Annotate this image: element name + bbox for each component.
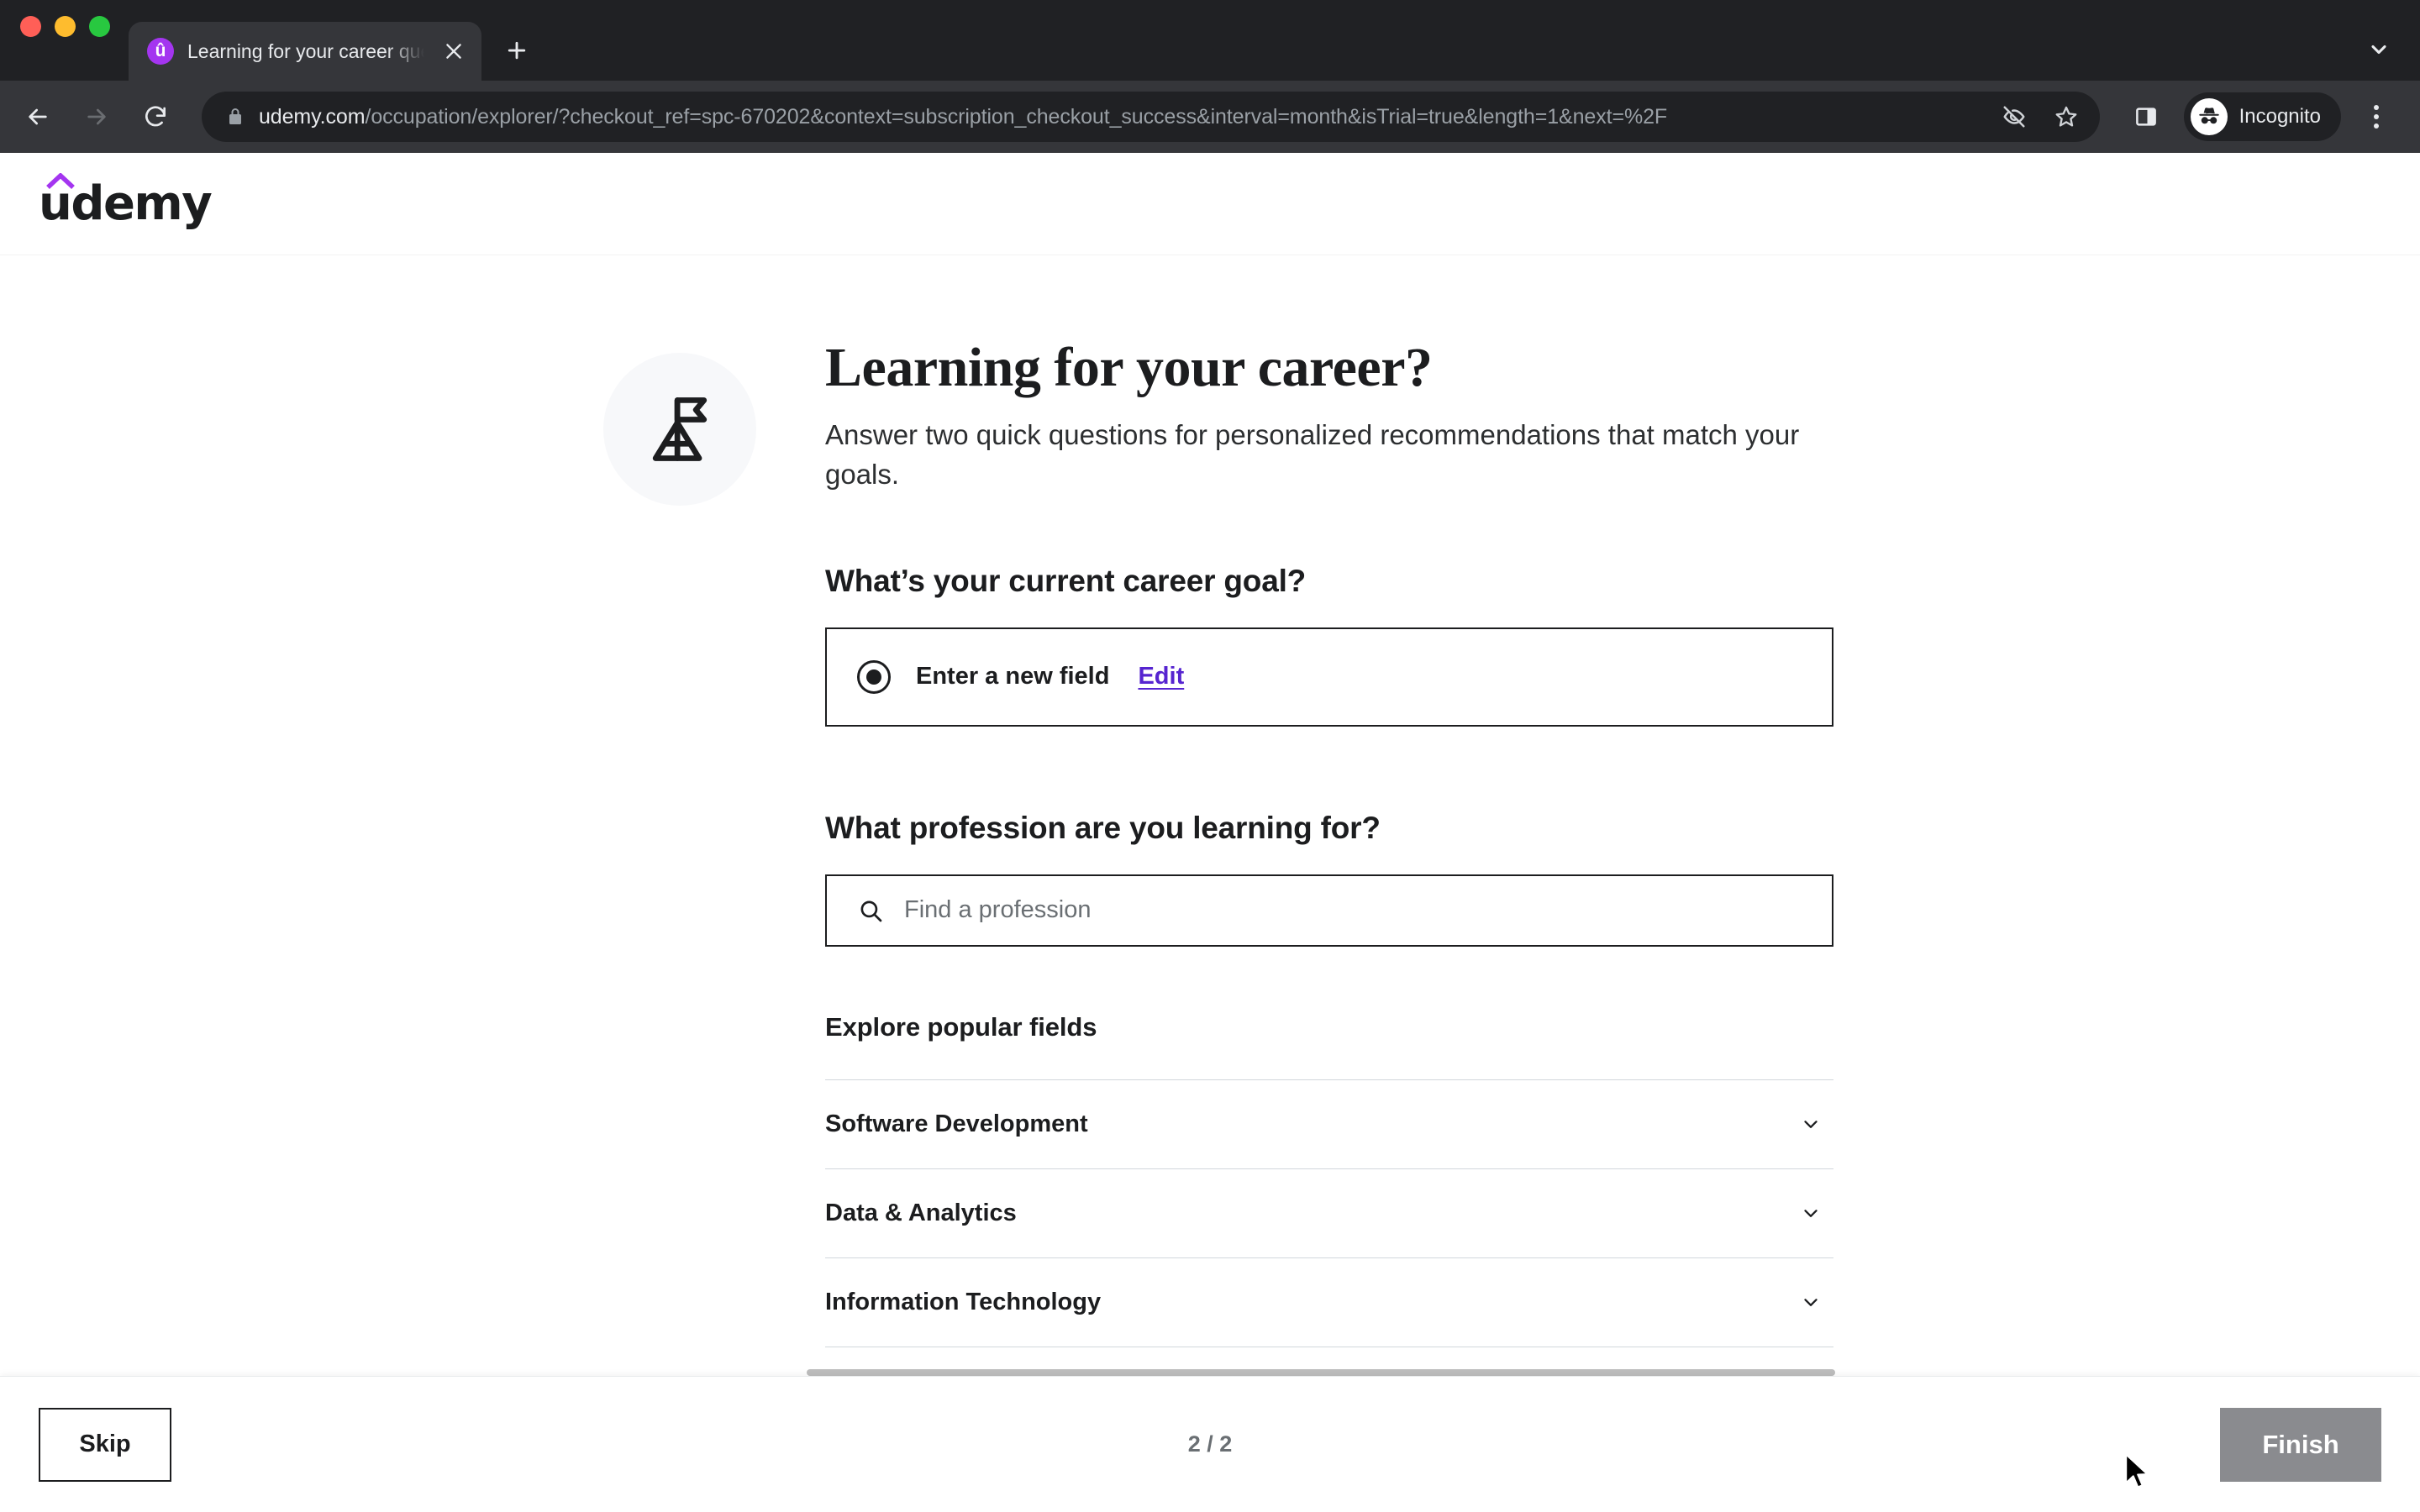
incognito-hat-icon <box>2190 98 2228 135</box>
page-viewport: udemy Learning for your career? Answer t… <box>0 153 2420 1512</box>
goal-flag-badge <box>603 353 756 506</box>
page-subtitle: Answer two quick questions for personali… <box>825 419 1800 491</box>
reload-icon[interactable] <box>129 91 182 143</box>
omnibox-actions <box>1991 93 2090 140</box>
profession-question: What profession are you learning for? <box>825 810 1381 845</box>
accordion-item-label: Data & Analytics <box>825 1199 1017 1226</box>
skip-button[interactable]: Skip <box>39 1407 171 1482</box>
tab-strip-right <box>2360 30 2398 69</box>
close-window-button[interactable] <box>20 15 41 37</box>
new-tab-button[interactable] <box>493 27 540 74</box>
page-content: Learning for your career? Answer two qui… <box>0 255 2420 1376</box>
career-goal-option[interactable]: Enter a new field Edit <box>825 627 1833 727</box>
career-goal-option-label: Enter a new field <box>916 663 1110 690</box>
goal-flag-icon <box>652 397 708 461</box>
accordion-item-data-analytics[interactable]: Data & Analytics <box>825 1168 1833 1257</box>
chevron-down-icon[interactable] <box>2360 30 2398 69</box>
address-bar[interactable]: udemy.com/occupation/explorer/?checkout_… <box>202 92 2100 142</box>
chevron-down-icon[interactable] <box>1800 1291 1822 1313</box>
finish-button[interactable]: Finish <box>2220 1407 2381 1482</box>
url-text: udemy.com/occupation/explorer/?checkout_… <box>259 105 1991 129</box>
eye-crossed-icon[interactable] <box>1991 93 2038 140</box>
career-goal-question: What’s your current career goal? <box>825 563 1307 598</box>
accordion-item-label: Information Technology <box>825 1288 1102 1315</box>
star-icon[interactable] <box>2043 93 2090 140</box>
arrow-left-icon[interactable] <box>12 91 64 143</box>
browser-toolbar: udemy.com/occupation/explorer/?checkout_… <box>0 81 2420 153</box>
explore-popular-fields-title: Explore popular fields <box>825 1011 1097 1042</box>
kebab-menu-icon[interactable] <box>2353 93 2400 140</box>
logo-caret-icon <box>46 172 75 189</box>
wizard-footer: Skip 2 / 2 Finish <box>0 1376 2420 1512</box>
edit-link[interactable]: Edit <box>1138 663 1184 690</box>
page-title: Learning for your career? <box>825 337 1433 398</box>
chevron-down-icon[interactable] <box>1800 1202 1822 1224</box>
maximize-window-button[interactable] <box>89 15 110 37</box>
browser-tab[interactable]: û Learning for your career questi <box>129 22 481 81</box>
step-counter: 2 / 2 <box>1187 1431 1233 1457</box>
udemy-logo[interactable]: udemy <box>39 172 213 228</box>
tab-title: Learning for your career questi <box>187 39 424 62</box>
profession-search-input[interactable] <box>904 875 1832 945</box>
questionnaire-column: Learning for your career? Answer two qui… <box>825 338 1833 1376</box>
browser-window: û Learning for your career questi udemy.… <box>0 0 2420 1512</box>
close-icon[interactable] <box>438 35 470 67</box>
profile-label: Incognito <box>2238 105 2321 128</box>
scrollbar-thumb[interactable] <box>807 1369 1835 1376</box>
chevron-down-icon[interactable] <box>1800 1113 1822 1135</box>
popular-fields-accordion: Software Development Data & Analytics In… <box>825 1079 1833 1376</box>
accordion-item-information-technology[interactable]: Information Technology <box>825 1257 1833 1347</box>
arrow-right-icon <box>71 91 123 143</box>
udemy-favicon: û <box>147 38 174 65</box>
profession-search-box[interactable] <box>825 874 1833 947</box>
tab-strip: û Learning for your career questi <box>0 0 2420 81</box>
radio-selected-icon[interactable] <box>857 659 891 694</box>
url-host: udemy.com <box>259 104 366 129</box>
accordion-item-software-development[interactable]: Software Development <box>825 1079 1833 1168</box>
horizontal-scrollbar[interactable] <box>807 1368 1835 1376</box>
window-controls <box>20 0 129 81</box>
site-header: udemy <box>0 153 2420 255</box>
url-path: /occupation/explorer/?checkout_ref=spc-6… <box>365 104 1668 129</box>
search-icon <box>857 897 884 924</box>
side-panel-icon[interactable] <box>2122 92 2170 141</box>
minimize-window-button[interactable] <box>55 15 76 37</box>
accordion-item-label: Software Development <box>825 1110 1088 1137</box>
profile-chip[interactable]: Incognito <box>2183 92 2341 141</box>
lock-icon <box>225 107 245 127</box>
